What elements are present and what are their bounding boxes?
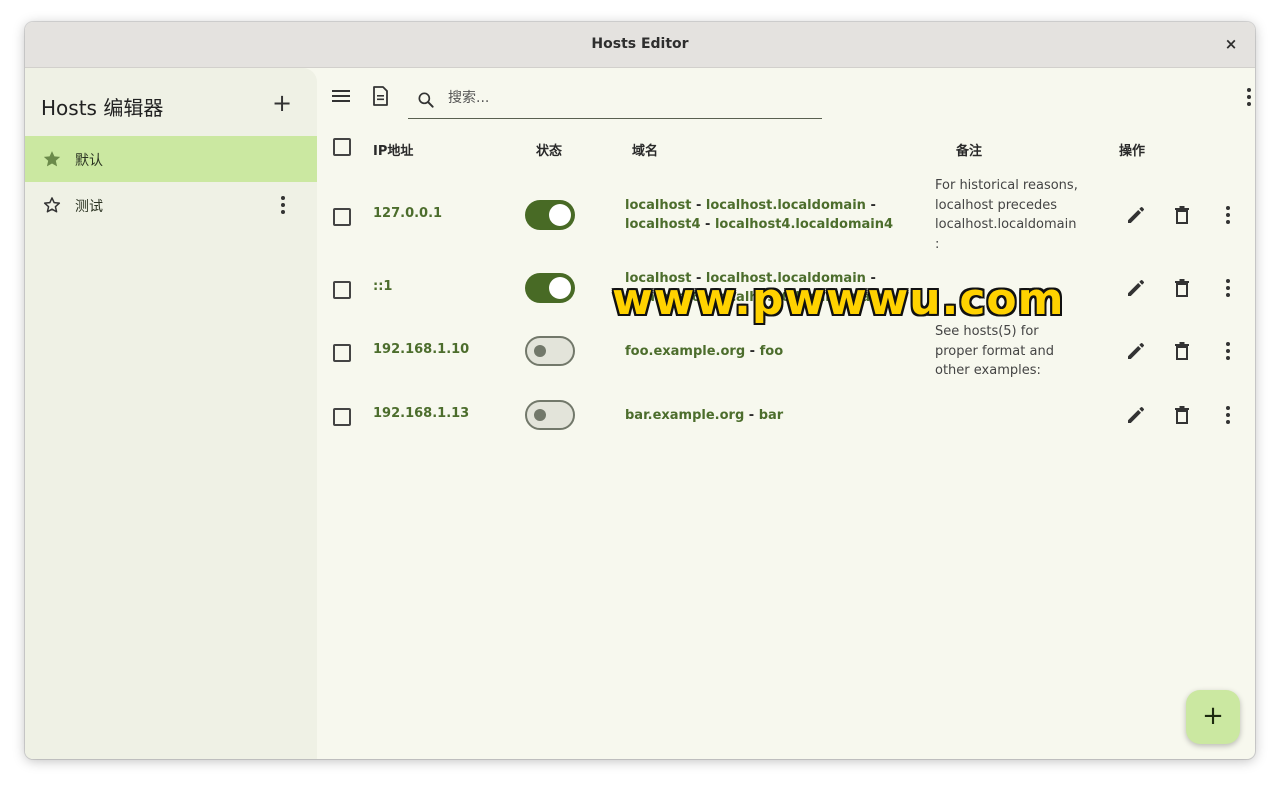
domain-separator: - (744, 408, 759, 423)
menu-icon[interactable] (329, 84, 353, 108)
sidebar-item-test[interactable]: 测试 (25, 182, 317, 228)
star-outline-icon (43, 197, 61, 213)
more-vertical-icon[interactable] (1216, 203, 1240, 227)
row-enable-toggle[interactable] (525, 200, 575, 230)
domain-name: localhost (625, 198, 692, 213)
domain-name: localhost4 (625, 217, 701, 232)
sidebar-item-default[interactable]: 默认 (25, 136, 317, 182)
more-vertical-icon[interactable] (1216, 403, 1240, 427)
row-checkbox[interactable] (333, 208, 351, 226)
row-checkbox[interactable] (333, 344, 351, 362)
delete-icon[interactable] (1170, 403, 1194, 427)
column-header-ip: IP地址 (373, 144, 414, 159)
edit-icon[interactable] (1124, 339, 1148, 363)
search-field[interactable] (408, 80, 822, 119)
search-input[interactable] (446, 84, 810, 112)
toggle-knob (549, 277, 571, 299)
toggle-knob (534, 409, 546, 421)
more-vertical-icon[interactable] (1243, 85, 1255, 109)
toggle-knob (534, 345, 546, 357)
row-domains: localhost - localhost.localdomain - loca… (625, 196, 925, 234)
row-enable-toggle[interactable] (525, 273, 575, 303)
row-note: See hosts(5) for proper format and other… (935, 324, 1054, 378)
domain-name: foo.example.org (625, 344, 746, 359)
star-filled-icon (43, 151, 61, 167)
row-domains: foo.example.org - foo (625, 342, 925, 361)
row-ip-address: ::1 (373, 279, 393, 294)
row-enable-toggle[interactable] (525, 336, 575, 366)
sidebar: Hosts 编辑器 + 默认 测试 (25, 68, 317, 759)
more-vertical-icon[interactable] (1216, 339, 1240, 363)
main-content: IP地址 状态 域名 备注 操作 127.0.0.1 localhost - l… (317, 68, 1255, 759)
toggle-knob (549, 204, 571, 226)
add-group-button[interactable]: + (269, 90, 295, 116)
more-vertical-icon[interactable] (273, 194, 293, 216)
row-enable-toggle[interactable] (525, 400, 575, 430)
delete-icon[interactable] (1170, 203, 1194, 227)
row-checkbox[interactable] (333, 408, 351, 426)
row-note: For historical reasons, localhost preced… (935, 178, 1078, 252)
domain-name: bar (758, 408, 784, 423)
edit-icon[interactable] (1124, 203, 1148, 227)
column-header-status: 状态 (536, 144, 563, 159)
column-header-note: 备注 (956, 144, 983, 159)
sidebar-item-label: 默认 (75, 153, 103, 169)
sidebar-item-label: 测试 (75, 199, 103, 215)
document-icon[interactable] (368, 84, 392, 108)
domain-name: foo (759, 344, 784, 359)
row-ip-address: 192.168.1.13 (373, 406, 470, 421)
app-title: Hosts 编辑器 (41, 96, 164, 120)
window-title: Hosts Editor (591, 36, 689, 52)
app-window: Hosts Editor × Hosts 编辑器 + 默认 测试 搜索... I… (25, 22, 1255, 759)
domain-name: localhost4.localdomain4 (714, 217, 894, 232)
domain-name: localhost.localdomain (705, 198, 866, 213)
add-host-button[interactable]: + (1186, 690, 1240, 744)
delete-icon[interactable] (1170, 276, 1194, 300)
more-vertical-icon[interactable] (1216, 276, 1240, 300)
title-bar: Hosts Editor × (25, 22, 1255, 68)
row-ip-address: 192.168.1.10 (373, 342, 470, 357)
domain-separator: - (745, 344, 760, 359)
domain-separator: - (691, 198, 706, 213)
column-header-domain: 域名 (632, 144, 659, 159)
select-all-checkbox[interactable] (333, 138, 351, 156)
row-ip-address: 127.0.0.1 (373, 206, 443, 221)
watermark-text: www.pwwwu.com (612, 274, 1065, 325)
row-checkbox[interactable] (333, 281, 351, 299)
edit-icon[interactable] (1124, 276, 1148, 300)
search-icon (418, 92, 434, 108)
close-button[interactable]: × (1221, 34, 1241, 54)
column-header-actions: 操作 (1119, 144, 1146, 159)
domain-separator: - (865, 198, 876, 213)
domain-name: bar.example.org (625, 408, 745, 423)
domain-separator: - (700, 217, 715, 232)
delete-icon[interactable] (1170, 339, 1194, 363)
edit-icon[interactable] (1124, 403, 1148, 427)
row-domains: bar.example.org - bar (625, 406, 925, 425)
